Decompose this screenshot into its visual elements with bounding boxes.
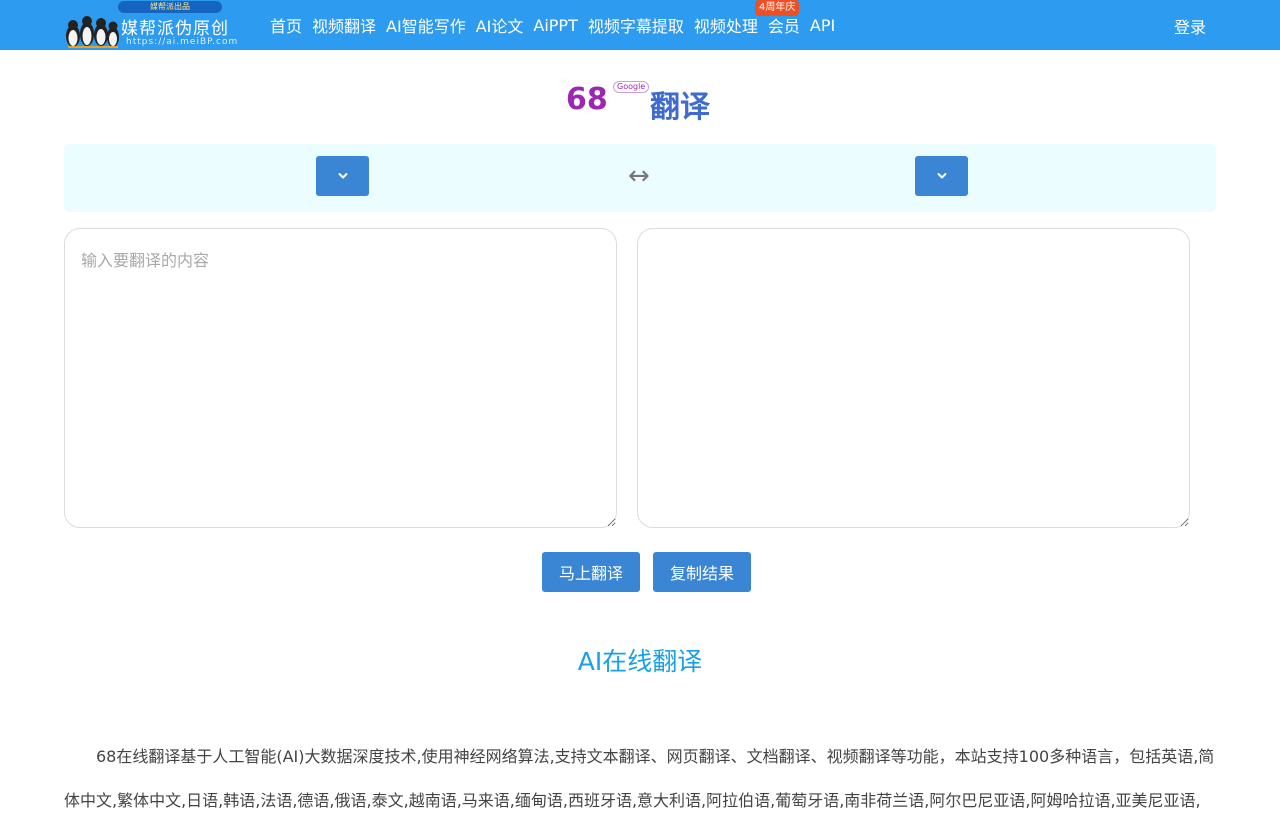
copy-result-button[interactable]: 复制结果	[653, 552, 751, 592]
anniversary-badge: 4周年庆	[755, 0, 800, 16]
chevron-down-icon	[338, 173, 347, 179]
logo-url: https://ai.meiBP.com	[126, 37, 239, 47]
source-language-select[interactable]	[316, 156, 369, 196]
nav-aippt[interactable]: AiPPT	[533, 16, 577, 35]
section-heading: AI在线翻译	[577, 647, 703, 676]
title-number: 68	[566, 82, 608, 117]
nav-video-processing[interactable]: 视频处理	[694, 13, 758, 37]
nav-ai-writing[interactable]: AI智能写作	[386, 13, 466, 37]
swap-languages-button[interactable]: ↔	[628, 160, 650, 192]
chevron-down-icon	[937, 173, 946, 179]
description-paragraph: 68在线翻译基于人工智能(AI)大数据深度技术,使用神经网络算法,支持文本翻译、…	[64, 747, 1215, 810]
logo-name: 媒帮派伪原创	[121, 19, 229, 39]
translation-result-output[interactable]	[637, 228, 1190, 528]
login-link[interactable]: 登录	[1174, 14, 1206, 38]
nav-ai-paper[interactable]: AI论文	[476, 13, 524, 37]
source-text-input[interactable]	[64, 228, 617, 528]
nav-home[interactable]: 首页	[270, 13, 302, 37]
nav-video-translate[interactable]: 视频翻译	[312, 13, 376, 37]
logo-badge: 媒帮派出品	[118, 1, 222, 13]
nav-subtitle-extract[interactable]: 视频字幕提取	[588, 13, 684, 37]
nav-api[interactable]: API	[810, 16, 835, 35]
nav-membership[interactable]: 会员	[768, 13, 800, 37]
title-text: 翻译	[650, 90, 710, 125]
google-tag: Google	[613, 81, 650, 93]
site-logo[interactable]: 媒帮派出品 媒帮派伪原创 https://ai.meiBP.com	[64, 0, 244, 50]
translate-button[interactable]: 马上翻译	[542, 552, 640, 592]
language-bar: ↔	[64, 144, 1216, 212]
top-navigation-bar: 媒帮派出品 媒帮派伪原创 https://ai.meiBP.com 首页 视频翻…	[0, 0, 1280, 50]
page-title: 68 Google 翻译	[566, 80, 726, 125]
penguins-logo-icon	[66, 16, 119, 48]
target-language-select[interactable]	[915, 156, 968, 196]
